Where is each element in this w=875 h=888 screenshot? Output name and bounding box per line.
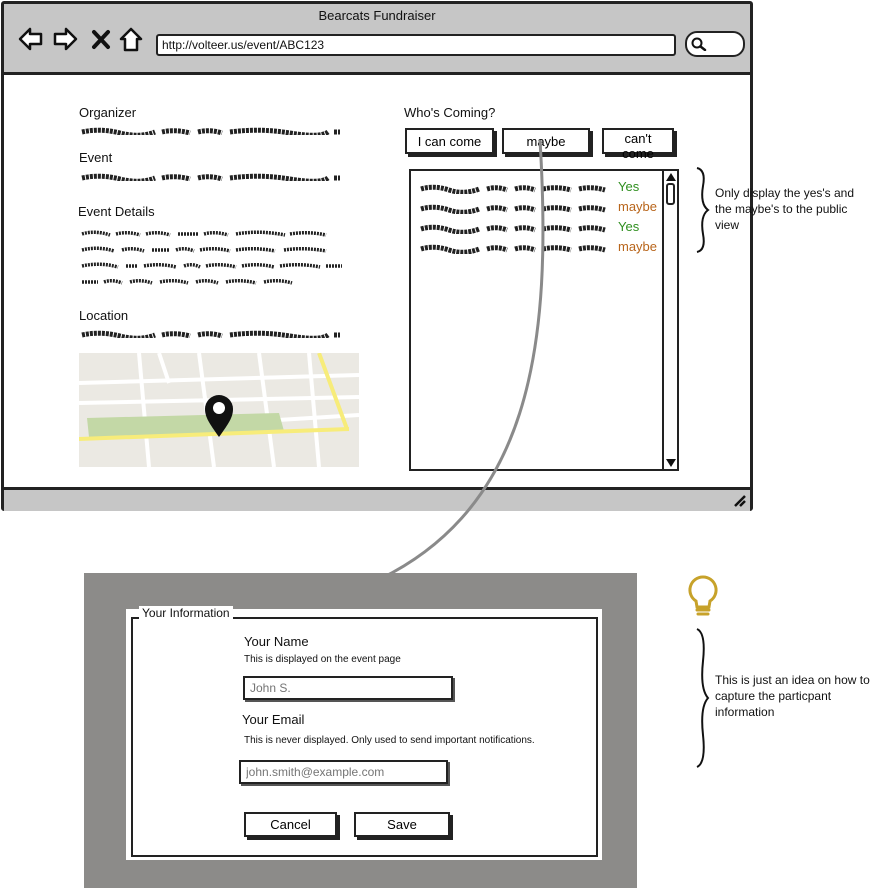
resize-grip-icon[interactable] (732, 493, 746, 507)
email-input[interactable] (239, 760, 448, 784)
cancel-button[interactable]: Cancel (244, 812, 337, 837)
back-arrow-icon[interactable] (16, 24, 44, 54)
status-label: Yes (618, 179, 640, 194)
event-details-label: Event Details (78, 204, 155, 219)
your-name-help: This is displayed on the event page (244, 654, 401, 665)
event-details-value (81, 230, 342, 285)
flow-arrow (347, 140, 545, 593)
location-map[interactable] (79, 353, 359, 467)
your-email-label: Your Email (242, 712, 305, 727)
forward-arrow-icon[interactable] (52, 24, 80, 54)
search-box[interactable] (685, 31, 745, 57)
organizer-label: Organizer (79, 105, 137, 120)
address-bar[interactable]: http://volteer.us/event/ABC123 (156, 34, 676, 56)
lightbulb-icon (688, 575, 718, 616)
dialog-note: This is just an idea on how to capture t… (715, 673, 870, 719)
location-label: Location (79, 308, 129, 323)
your-email-help: This is never displayed. Only used to se… (244, 735, 535, 746)
name-input[interactable] (243, 676, 453, 700)
dialog-legend: Your Information (139, 606, 233, 620)
cant-come-button[interactable]: can't come (602, 128, 674, 161)
location-value (81, 330, 340, 338)
event-value (81, 173, 340, 181)
your-name-label: Your Name (244, 634, 309, 649)
whos-coming-heading: Who's Coming? (404, 105, 496, 120)
status-label: maybe (618, 239, 658, 254)
search-icon (691, 37, 707, 51)
scrollbar[interactable] (662, 171, 677, 469)
home-icon[interactable] (118, 24, 144, 54)
window-title: Bearcats Fundraiser (318, 8, 436, 23)
scroll-thumb[interactable] (666, 183, 675, 205)
dialog-note-brace (696, 628, 710, 768)
scroll-up-icon[interactable] (666, 173, 676, 181)
save-button[interactable]: Save (354, 812, 450, 837)
status-label: Yes (618, 219, 640, 234)
list-note-brace (696, 167, 710, 253)
event-label: Event (79, 150, 113, 165)
close-x-icon[interactable] (90, 24, 112, 54)
list-note: Only display the yes's and the maybe's t… (715, 186, 855, 232)
title-bar: Bearcats Fundraiser http://volteer.us/ev… (4, 4, 750, 75)
scroll-down-icon[interactable] (666, 459, 676, 467)
organizer-value (81, 127, 340, 135)
status-label: maybe (618, 199, 658, 214)
